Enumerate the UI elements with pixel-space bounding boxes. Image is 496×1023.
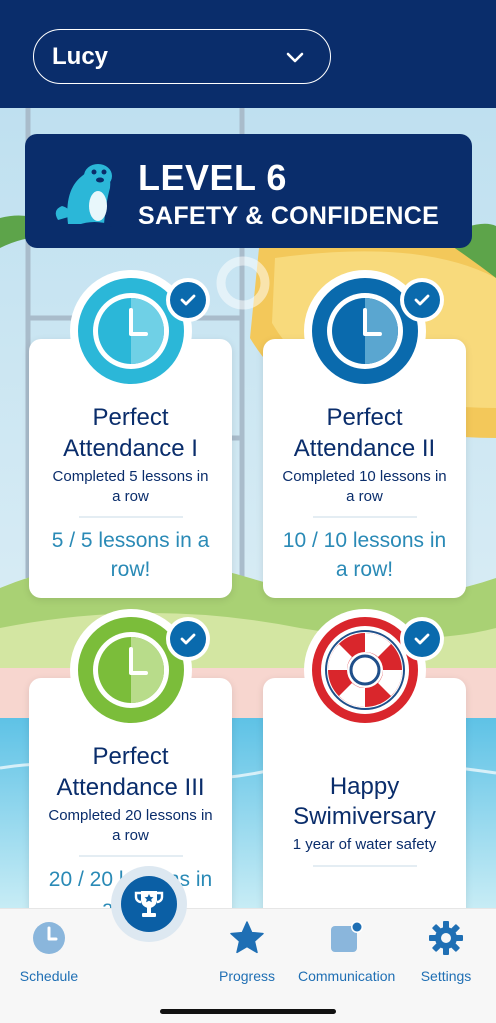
message-notification-icon	[331, 921, 363, 952]
divider	[312, 516, 417, 518]
clock-icon	[33, 922, 65, 954]
trophy-icon	[134, 891, 164, 917]
checkmark-icon	[180, 294, 196, 306]
badge-title: Perfect	[326, 404, 403, 431]
nav-settings[interactable]: Settings	[398, 920, 494, 984]
completed-check-badge	[400, 617, 444, 661]
nav-label: Schedule	[19, 968, 79, 984]
nav-label: Settings	[420, 968, 472, 984]
badge-description: Completed 20 lessons in	[48, 807, 213, 824]
seal-mascot-icon	[55, 164, 113, 227]
nav-label: Progress	[218, 968, 276, 984]
divider	[312, 865, 417, 867]
level-subtitle: SAFETY & CONFIDENCE	[138, 202, 440, 230]
level-title: LEVEL 6	[138, 157, 287, 198]
top-header: Lucy	[0, 0, 496, 108]
badge-title: Happy	[329, 773, 400, 800]
checkmark-icon	[414, 633, 430, 645]
star-icon	[230, 921, 264, 954]
completed-check-badge	[166, 278, 210, 322]
badge-title: Perfect	[92, 404, 169, 431]
nav-label: Communication	[298, 968, 396, 984]
badge-description: a row	[112, 827, 149, 844]
badge-title: Swimiversary	[293, 803, 436, 830]
chevron-down-icon	[286, 52, 304, 62]
badge-title: Perfect	[92, 743, 169, 770]
badge-description: Completed 10 lessons in	[282, 468, 447, 485]
badge-description: 1 year of water safety	[292, 836, 437, 853]
badge-progress: a row!	[335, 558, 394, 581]
badge-title: Attendance III	[56, 774, 205, 801]
home-indicator	[160, 1009, 336, 1014]
divider	[78, 516, 183, 518]
achievements-button[interactable]	[111, 866, 187, 942]
checkmark-icon	[180, 633, 196, 645]
gear-icon	[429, 921, 463, 955]
nav-communication[interactable]: Communication	[298, 920, 396, 984]
badge-title: Attendance II	[293, 435, 436, 462]
badge-title: Attendance I	[63, 435, 198, 462]
completed-check-badge	[400, 278, 444, 322]
badge-progress: 5 / 5 lessons in a	[51, 529, 210, 552]
badge-description: a row	[346, 488, 383, 505]
checkmark-icon	[414, 294, 430, 306]
badge-progress: row!	[110, 558, 151, 581]
badge-description: Completed 5 lessons in	[52, 468, 209, 485]
completed-check-badge	[166, 617, 210, 661]
divider	[78, 855, 183, 857]
student-selector[interactable]: Lucy	[33, 29, 331, 84]
nav-schedule[interactable]: Schedule	[1, 920, 97, 984]
badge-description: a row	[112, 488, 149, 505]
student-name: Lucy	[52, 42, 109, 70]
badge-progress: 10 / 10 lessons in	[282, 529, 447, 552]
nav-progress[interactable]: Progress	[199, 920, 295, 984]
